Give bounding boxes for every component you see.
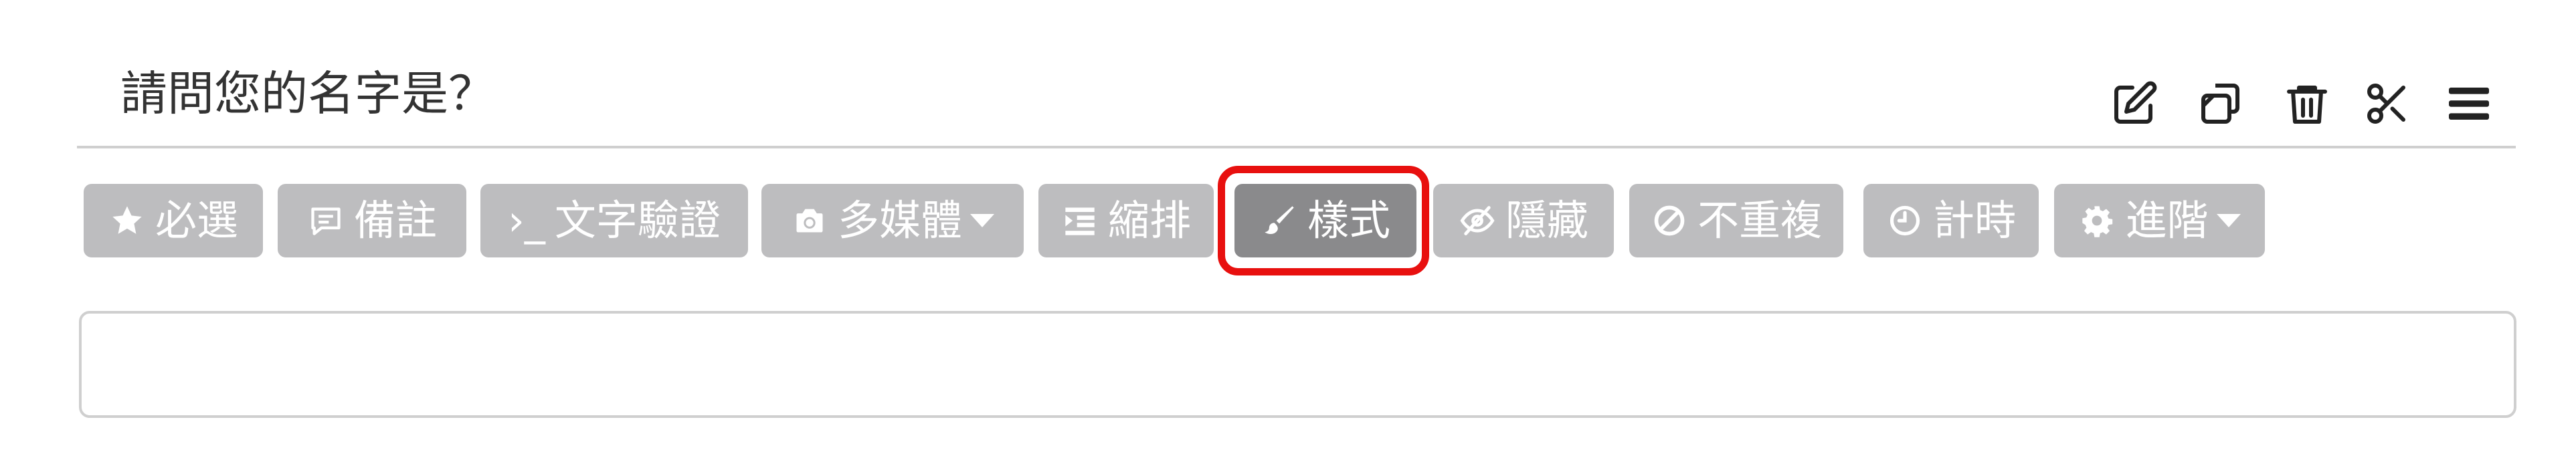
gear-icon (2078, 201, 2116, 241)
trash-icon[interactable] (2280, 77, 2334, 130)
advanced-label: 進階 (2125, 196, 2209, 245)
camera-icon (791, 201, 828, 241)
eye-slash-icon (1459, 201, 1496, 241)
chevron-down-icon (970, 214, 994, 227)
unique-label: 不重複 (1697, 196, 1822, 245)
text-validation-button[interactable]: ›_ 文字驗證 (480, 184, 748, 257)
duplicate-icon[interactable] (2195, 77, 2248, 130)
indent-icon (1061, 201, 1099, 241)
indent-label: 縮排 (1107, 196, 1191, 245)
timer-label: 計時 (1932, 196, 2016, 245)
unique-button[interactable]: 不重複 (1629, 184, 1843, 257)
timer-button[interactable]: 計時 (1863, 184, 2039, 257)
title-divider (77, 146, 2516, 148)
answer-input[interactable] (79, 311, 2516, 418)
terminal-icon: ›_ (508, 196, 545, 245)
required-button[interactable]: 必選 (84, 184, 263, 257)
hide-button[interactable]: 隱藏 (1433, 184, 1614, 257)
question-editor: 請問您的名字是？ 必選 備註 ›_ 文字驗證 多媒體 縮排 樣式 隱藏 不重複 … (0, 0, 2576, 450)
required-label: 必選 (155, 196, 238, 245)
question-title[interactable]: 請問您的名字是？ (120, 64, 495, 124)
ban-icon (1651, 201, 1688, 241)
note-button[interactable]: 備註 (278, 184, 466, 257)
text-validation-label: 文字驗證 (554, 196, 721, 245)
star-icon (108, 201, 146, 241)
hide-label: 隱藏 (1505, 196, 1588, 245)
note-label: 備註 (353, 196, 437, 245)
paintbrush-icon (1261, 201, 1298, 241)
style-button[interactable]: 樣式 (1234, 184, 1416, 257)
edit-icon[interactable] (2108, 77, 2161, 130)
style-label: 樣式 (1307, 196, 1390, 245)
indent-button[interactable]: 縮排 (1038, 184, 1214, 257)
clock-icon (1886, 201, 1924, 241)
advanced-dropdown-button[interactable]: 進階 (2054, 184, 2265, 257)
media-label: 多媒體 (837, 196, 962, 245)
scissors-icon[interactable] (2361, 77, 2414, 130)
comment-icon (307, 201, 345, 241)
menu-icon[interactable] (2442, 77, 2496, 130)
chevron-down-icon (2216, 214, 2241, 227)
media-dropdown-button[interactable]: 多媒體 (761, 184, 1024, 257)
